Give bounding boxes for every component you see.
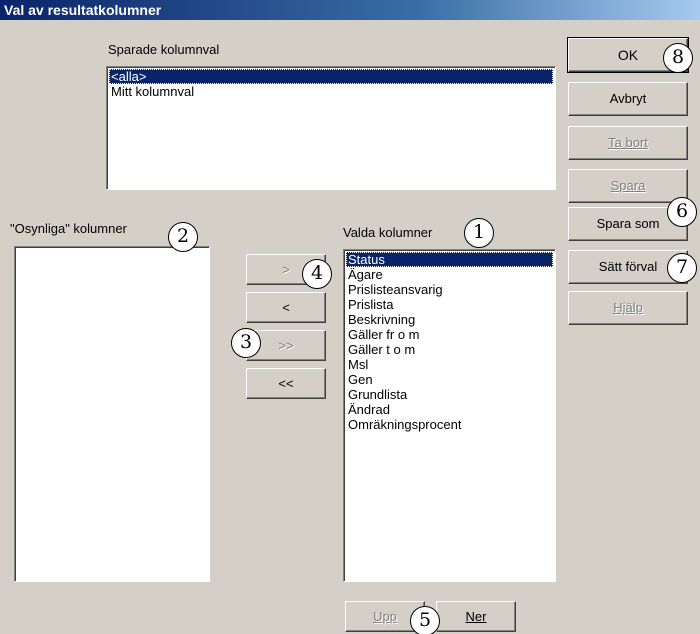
remove-all-button[interactable]: << — [246, 368, 326, 399]
list-item[interactable]: Grundlista — [346, 387, 553, 402]
callout-4: 4 — [302, 259, 332, 289]
list-item[interactable]: Ändrad — [346, 402, 553, 417]
dialog-title: Val av resultatkolumner — [4, 2, 162, 18]
selected-columns-listbox[interactable]: Status Ägare Prislisteansvarig Prislista Bes… — [343, 249, 556, 582]
callout-3: 3 — [231, 328, 261, 358]
dialog-title-bar[interactable]: Val av resultatkolumner — [0, 0, 700, 20]
list-item[interactable]: Gen — [346, 372, 553, 387]
move-up-label: Upp — [373, 609, 397, 624]
list-item[interactable]: Gäller fr o m — [346, 327, 553, 342]
help-button[interactable]: Hjälp — [568, 291, 688, 325]
callout-2: 2 — [168, 222, 198, 252]
list-item[interactable]: Mitt kolumnval — [109, 84, 553, 99]
list-item[interactable]: Prislisteansvarig — [346, 282, 553, 297]
callout-1: 1 — [464, 218, 494, 248]
cancel-button[interactable]: Avbryt — [568, 82, 688, 116]
selected-columns-label: Valda kolumner — [343, 225, 433, 240]
saved-columns-listbox[interactable]: <alla> Mitt kolumnval — [106, 66, 556, 190]
remove-one-button[interactable]: < — [246, 292, 326, 323]
save-label: Spara — [610, 178, 646, 193]
list-item[interactable]: Ägare — [346, 267, 553, 282]
list-item[interactable]: Beskrivning — [346, 312, 553, 327]
list-item[interactable]: Omräkningsprocent — [346, 417, 553, 432]
list-item[interactable]: Msl — [346, 357, 553, 372]
list-item[interactable]: Gäller t o m — [346, 342, 553, 357]
list-item[interactable]: Status — [346, 252, 553, 267]
callout-5: 5 — [410, 606, 440, 634]
hidden-columns-label: "Osynliga" kolumner — [10, 221, 127, 236]
callout-6: 6 — [667, 197, 697, 227]
saved-columns-label: Sparade kolumnval — [108, 42, 220, 57]
move-down-button[interactable]: Ner — [436, 601, 516, 632]
column-selection-dialog: Val av resultatkolumner Sparade kolumnva… — [0, 0, 700, 634]
save-button[interactable]: Spara — [568, 169, 688, 203]
list-item[interactable]: <alla> — [109, 69, 553, 84]
list-item[interactable]: Prislista — [346, 297, 553, 312]
callout-8: 8 — [663, 43, 693, 73]
move-down-label: Ner — [465, 609, 487, 624]
hidden-columns-listbox[interactable] — [14, 246, 210, 582]
callout-7: 7 — [667, 253, 697, 283]
delete-button[interactable]: Ta bort — [568, 126, 688, 160]
help-label: Hjälp — [613, 300, 643, 315]
delete-label: Ta bort — [608, 135, 648, 150]
